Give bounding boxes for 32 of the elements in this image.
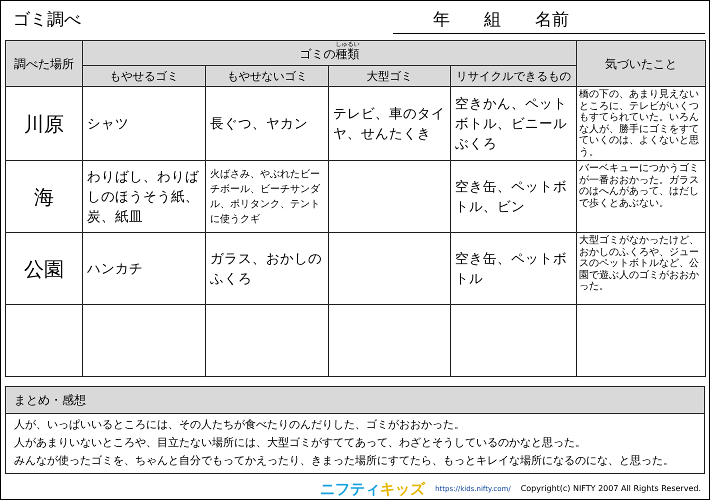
summary-text: 人があまりいないところや、目立たない場所には、大型ゴミがすててあって、わざとそうしているのかなと思った。 bbox=[14, 435, 587, 451]
table-cell: 海 bbox=[6, 160, 82, 232]
table-cell: ガラス、おかしのふくろ bbox=[206, 232, 328, 304]
summary-text: みんなが使ったゴミを、ちゃんと自分でもってかえったり、きまった場所にすてたら、もっとキレイな場所になるのにな、と思った。 bbox=[14, 453, 675, 469]
copyright-text: Copyright(c) NIFTY 2007 All Rights Reserved. bbox=[520, 483, 701, 496]
table-cell: わりばし、わりばしのほうそう紙、炭、紙皿 bbox=[82, 160, 206, 232]
table-cell: 公園 bbox=[6, 232, 82, 304]
table-cell: 火ばさみ、やぶれたビーチボール、ビーチサンダル、ポリタンク、テントに使うクギ bbox=[206, 160, 328, 232]
name-line-label: 名前 bbox=[535, 9, 569, 32]
table-cell: 川原 bbox=[6, 86, 82, 160]
table-cell: テレビ、車のタイヤ、せんたくき bbox=[328, 86, 450, 160]
table-cell: 空き缶、ペットボトル、ビン bbox=[450, 160, 576, 232]
table-cell: シャツ bbox=[82, 86, 206, 160]
name-line-label: 年 bbox=[433, 9, 450, 32]
page-title: ゴミ調べ bbox=[12, 9, 81, 32]
column-header: もやせるゴミ bbox=[82, 66, 206, 86]
column-header: 大型ゴミ bbox=[328, 66, 450, 86]
table-cell: ハンカチ bbox=[82, 232, 206, 304]
table-cell: 空き缶、ペットボトル bbox=[450, 232, 576, 304]
table-cell: 大型ゴミがなかったけど、おかしのふくろや、ジュースのペットボトルなど、公園で遊ぶ人のゴミがおおかった。 bbox=[576, 232, 706, 304]
summary-heading: まとめ・感想 bbox=[6, 387, 704, 414]
table-cell: 空きかん、ペットボトル、ビニールぶくろ bbox=[450, 86, 576, 160]
column-header: もやせないゴミ bbox=[206, 66, 328, 86]
site-logo: ニフティ キッズ bbox=[320, 479, 426, 500]
table-cell: 橋の下の、あまり見えないところに、テレビがいくつもすてられていた。いろんな人が、勝手にゴミをすてていくのは、よくないと思う。 bbox=[576, 86, 706, 160]
name-line-label: 組 bbox=[484, 9, 501, 32]
column-header: 気づいたこと bbox=[576, 40, 706, 86]
column-header: リサイクルできるもの bbox=[450, 66, 576, 86]
summary-text: 人が、いっぱいいるところには、その人たちが食べたりのんだりした、ゴミがおおかった。 bbox=[14, 417, 466, 433]
table-cell: バーベキューにつかうゴミが一番おおかった。ガラスのはへんがあって、はだしで歩くとあぶない。 bbox=[576, 160, 706, 232]
table-cell: 長ぐつ、ヤカン bbox=[206, 86, 328, 160]
column-header: 調べた場所 bbox=[6, 40, 82, 86]
